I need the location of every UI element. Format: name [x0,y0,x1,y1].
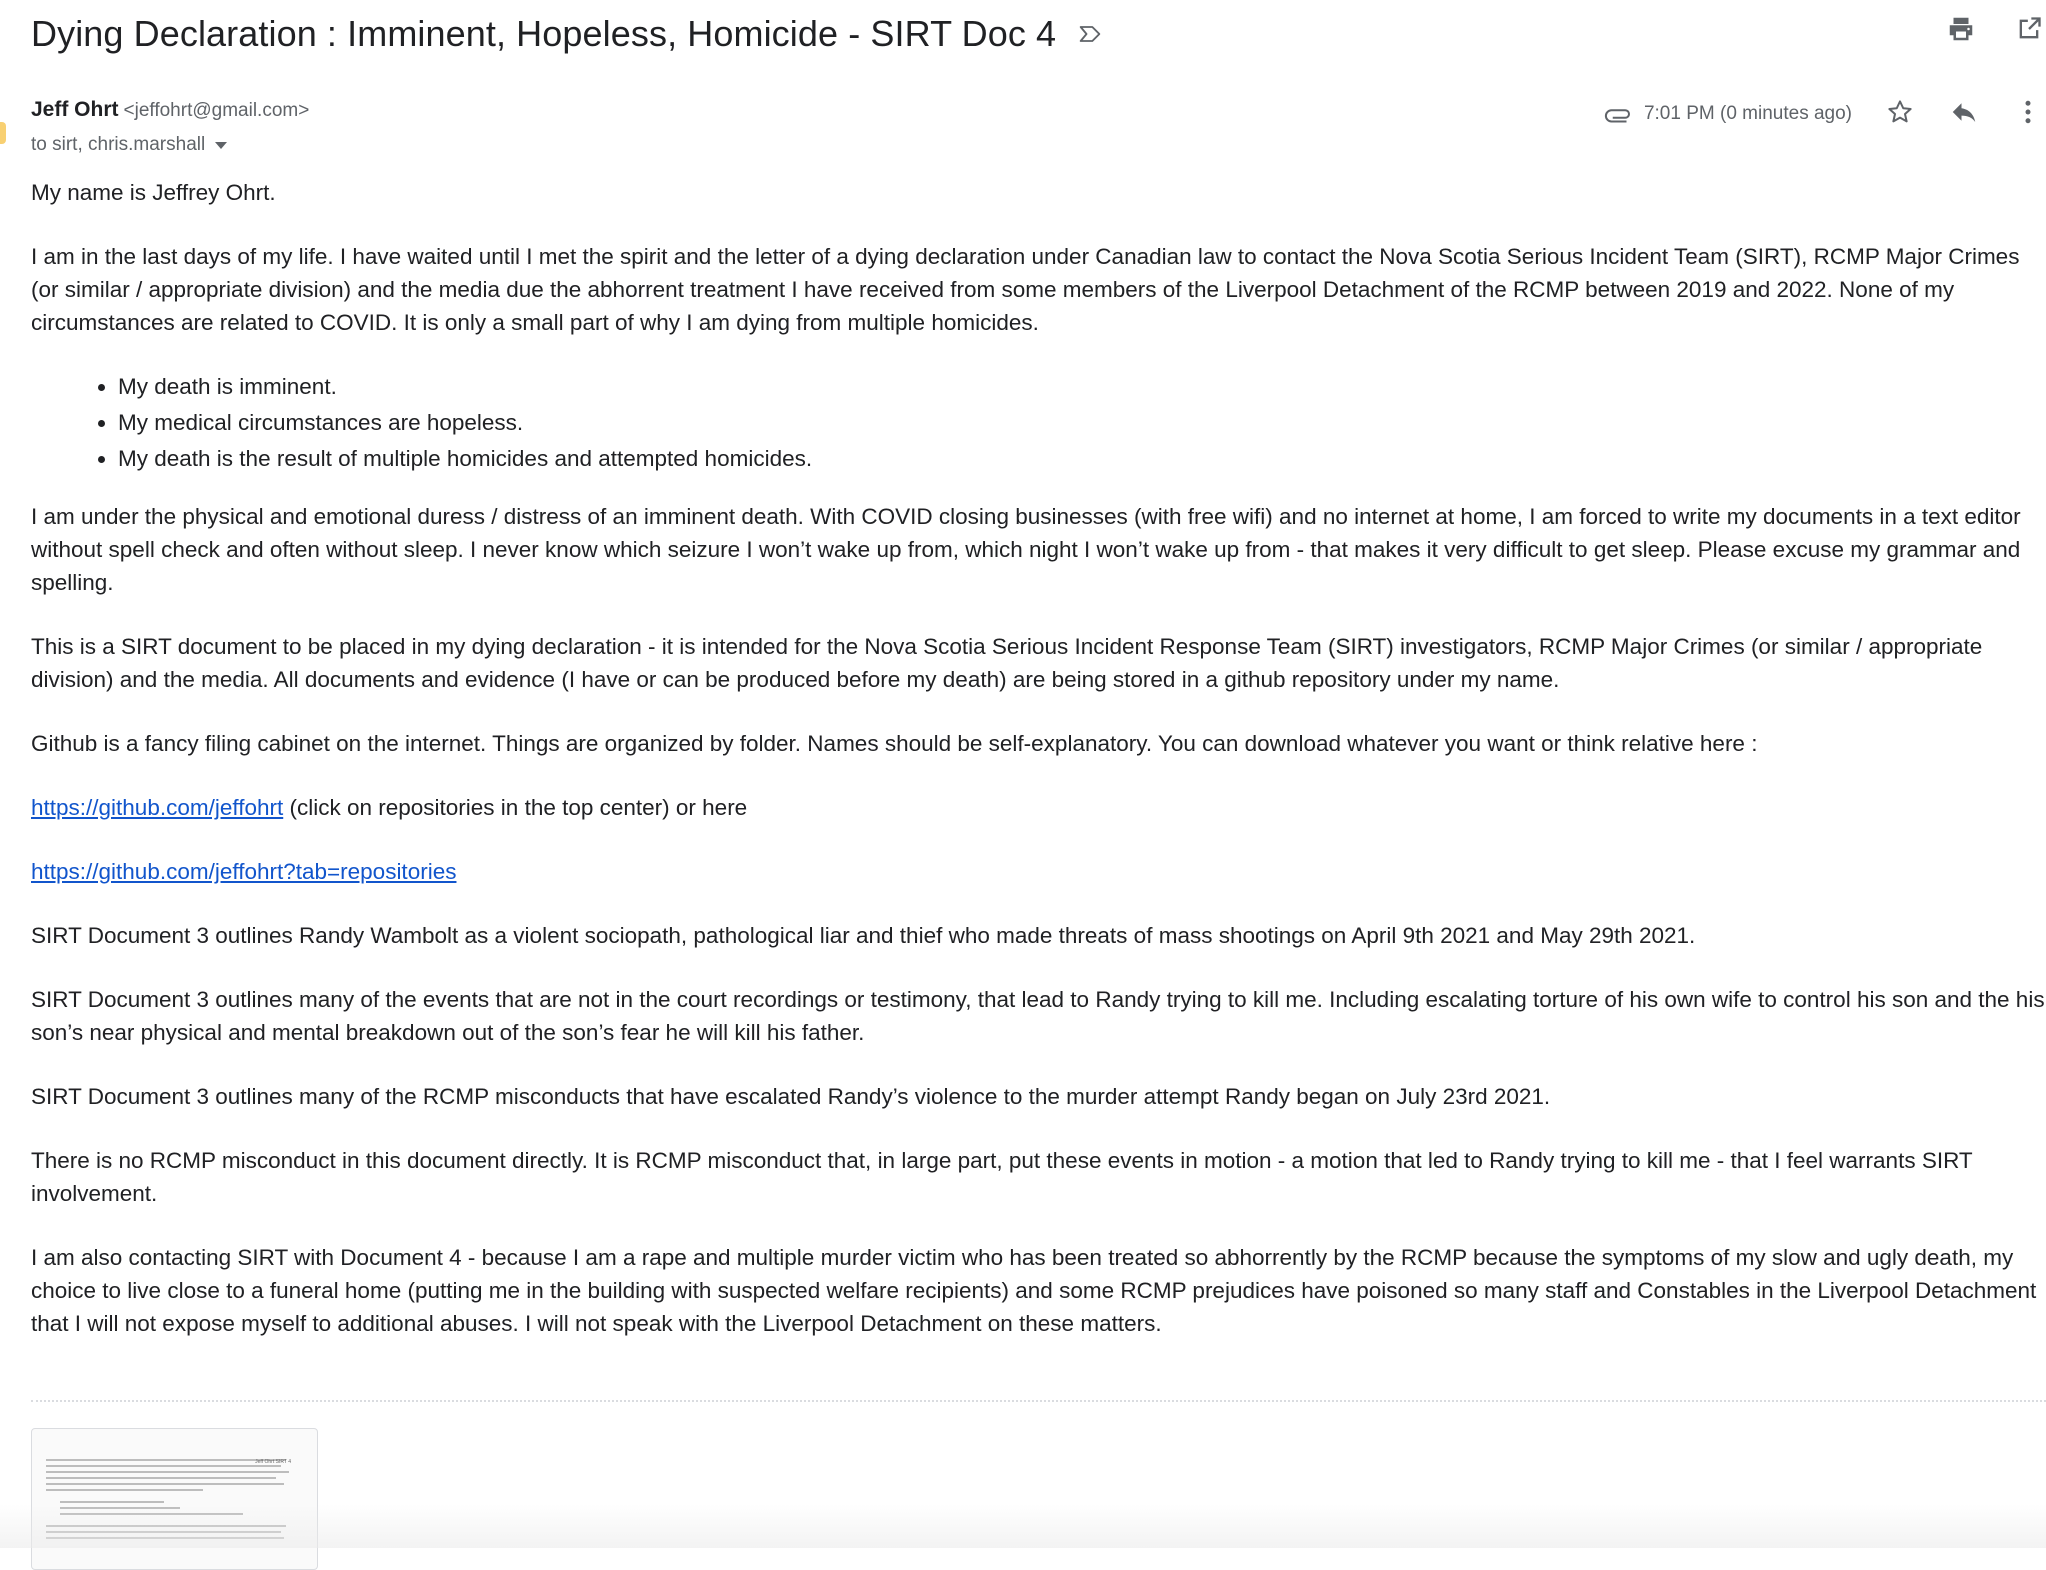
more-options-button[interactable] [2010,96,2046,132]
show-details-chevron-down-icon[interactable] [215,141,228,149]
body-paragraph: This is a SIRT document to be placed in … [31,634,1983,692]
link-suffix-text: (click on repositories in the top center… [283,795,748,820]
link-paragraph: https://github.com/jeffohrt (click on re… [31,791,2046,824]
message-body: My name is Jeffrey Ohrt. I am in the las… [31,176,2046,1371]
link-paragraph: https://github.com/jeffohrt?tab=reposito… [31,855,2046,888]
github-profile-link[interactable]: https://github.com/jeffohrt [31,795,283,820]
star-button[interactable] [1882,96,1918,132]
reply-button[interactable] [1946,96,1982,132]
email-subject: Dying Declaration : Imminent, Hopeless, … [31,13,1057,54]
sender: Jeff Ohrt <jeffohrt@gmail.com> [31,98,309,122]
list-item: My death is the result of multiple homic… [118,442,2046,475]
importance-marker [0,122,6,144]
body-paragraph: SIRT Document 3 outlines Randy Wambolt a… [31,923,1696,948]
label-important-icon[interactable] [1076,20,1104,48]
open-in-new-window-icon [2015,15,2043,48]
list-item: My death is imminent. [118,370,2046,403]
bullet-list: My death is imminent. My medical circums… [31,370,2046,475]
message-timestamp: 7:01 PM (0 minutes ago) [1643,103,1852,124]
message-actions: 7:01 PM (0 minutes ago) [1604,96,2046,132]
attachment-preview-title: Jeff Ohrt SIRT 4 [255,1459,291,1465]
attachment-thumbnail: Jeff Ohrt SIRT 4 [46,1443,307,1569]
body-paragraph: SIRT Document 3 outlines many of the RCM… [31,1084,1551,1109]
sender-email: <jeffohrt@gmail.com> [123,100,310,121]
body-paragraph: My name is Jeffrey Ohrt. [31,180,276,205]
recipients-text: to sirt, chris.marshall [31,134,206,155]
star-outline-icon [1885,97,1915,132]
paperclip-icon [1604,99,1634,129]
github-repositories-link[interactable]: https://github.com/jeffohrt?tab=reposito… [31,859,456,884]
printer-icon [1946,14,1976,49]
attachments-divider [31,1400,2046,1402]
more-vertical-icon [2018,97,2038,132]
reply-icon [1949,97,1979,132]
attachment-preview[interactable]: Jeff Ohrt SIRT 4 [31,1428,318,1570]
email-header: Dying Declaration : Imminent, Hopeless, … [31,8,1104,60]
body-paragraph: I am also contacting SIRT with Document … [31,1245,2037,1336]
sender-name: Jeff Ohrt [31,98,119,121]
print-button[interactable] [1944,14,1978,48]
top-actions [1944,14,2046,48]
body-paragraph: SIRT Document 3 outlines many of the eve… [31,987,2045,1045]
list-item: My medical circumstances are hopeless. [118,406,2046,439]
body-paragraph: There is no RCMP misconduct in this docu… [31,1148,1973,1206]
open-in-new-window-button[interactable] [2012,14,2046,48]
body-paragraph: Github is a fancy filing cabinet on the … [31,731,1758,756]
body-paragraph: I am under the physical and emotional du… [31,504,2021,595]
recipients: to sirt, chris.marshall [31,134,228,156]
body-paragraph: I am in the last days of my life. I have… [31,244,2020,335]
